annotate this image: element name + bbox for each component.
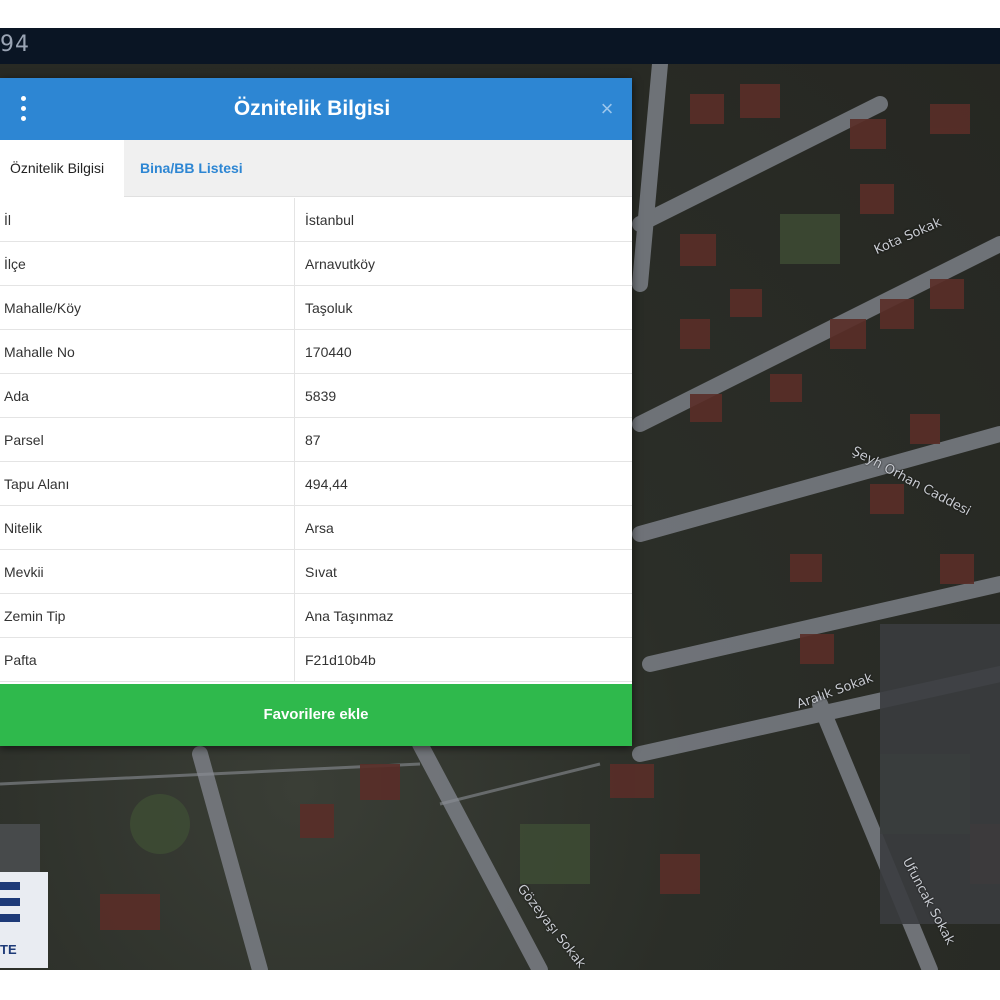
row-key: İlçe <box>4 256 26 272</box>
top-bar-text: 94 <box>0 32 30 57</box>
logo-text: TE <box>0 942 17 957</box>
attribute-table: İl İstanbul İlçe Arnavutköy Mahalle/Köy … <box>0 198 632 682</box>
panel-tabs: Öznitelik Bilgisi Bina/BB Listesi <box>0 140 632 197</box>
close-icon[interactable]: × <box>596 96 618 122</box>
top-bar: 94 <box>0 28 1000 64</box>
row-value: Arnavutköy <box>305 256 376 272</box>
attribute-info-panel: Öznitelik Bilgisi × Öznitelik Bilgisi Bi… <box>0 78 632 746</box>
row-key: Ada <box>4 388 29 404</box>
row-value: Ana Taşınmaz <box>305 608 394 624</box>
tab-building-list[interactable]: Bina/BB Listesi <box>130 140 253 197</box>
table-row: İl İstanbul <box>0 198 632 242</box>
tab-attribute-info[interactable]: Öznitelik Bilgisi <box>0 140 124 197</box>
row-value: Taşoluk <box>305 300 353 316</box>
row-value: Arsa <box>305 520 334 536</box>
table-row: Tapu Alanı 494,44 <box>0 462 632 506</box>
table-row: İlçe Arnavutköy <box>0 242 632 286</box>
row-value: 5839 <box>305 388 337 404</box>
row-key: Pafta <box>4 652 37 668</box>
table-row: Pafta F21d10b4b <box>0 638 632 682</box>
row-value: İstanbul <box>305 212 355 228</box>
row-key: Tapu Alanı <box>4 476 70 492</box>
row-key: Parsel <box>4 432 44 448</box>
add-to-favorites-button[interactable]: Favorilere ekle <box>0 684 632 746</box>
table-row: Parsel 87 <box>0 418 632 462</box>
screenshot-frame: 94 Kota Sokak Şeyh Orhan Caddesi Aralık … <box>0 0 1000 1000</box>
panel-header: Öznitelik Bilgisi × <box>0 78 632 140</box>
table-row: Mahalle No 170440 <box>0 330 632 374</box>
row-key: İl <box>4 212 11 228</box>
table-row: Mevkii Sıvat <box>0 550 632 594</box>
row-key: Mahalle No <box>4 344 75 360</box>
table-row: Zemin Tip Ana Taşınmaz <box>0 594 632 638</box>
table-row: Mahalle/Köy Taşoluk <box>0 286 632 330</box>
row-key: Mevkii <box>4 564 44 580</box>
row-value: F21d10b4b <box>305 652 376 668</box>
watermark-logo: TE <box>0 872 48 968</box>
panel-title: Öznitelik Bilgisi <box>233 97 391 120</box>
row-value: 87 <box>305 432 321 448</box>
table-row: Ada 5839 <box>0 374 632 418</box>
row-value: 170440 <box>305 344 352 360</box>
row-key: Nitelik <box>4 520 43 536</box>
row-key: Mahalle/Köy <box>4 300 82 316</box>
row-value: 494,44 <box>305 476 348 492</box>
row-value: Sıvat <box>305 564 337 580</box>
bottom-strip <box>0 970 1000 1000</box>
row-key: Zemin Tip <box>4 608 66 624</box>
table-row: Nitelik Arsa <box>0 506 632 550</box>
